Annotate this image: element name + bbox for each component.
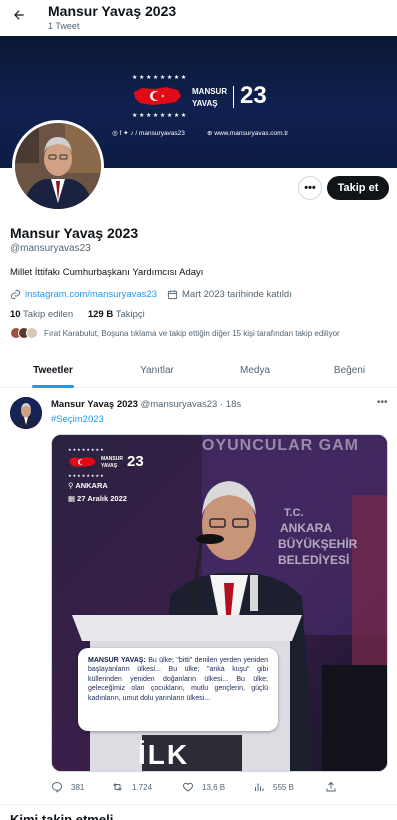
quote-card: MANSUR YAVAŞ: Bu ülke; "bitti" denilen y… [78,648,278,731]
tweet-author-name[interactable]: Mansur Yavaş 2023 [51,399,138,410]
image-city: ⚲ ANKARA [68,481,108,490]
tweet-time[interactable]: · 18s [220,399,241,410]
banner-stars-bottom: ★★★★★★★★ [132,113,188,119]
retweet-count: 1.724 [132,782,153,792]
tweet-header: Mansur Yavaş 2023 @mansuryavas23 · 18s [51,399,241,410]
profile-handle: @mansuryavas23 [10,243,91,254]
image-bg-text: BELEDİYESİ [278,553,350,567]
tweet-actions: 381 1.724 13,6 B 555 B [51,781,351,795]
reply-count: 381 [71,782,85,792]
turkey-map-flag-icon [69,456,96,468]
back-button[interactable] [8,4,30,26]
like-count: 13,6 B [202,782,226,792]
followed-by-text: Fırat Karabulut, Boşuna tıklama ve takip… [44,328,340,338]
banner-number: 23 [240,82,267,109]
tweet-more-icon[interactable]: ••• [377,397,388,408]
banner-stars-top: ★★★★★★★★ [132,75,188,81]
followers-link[interactable]: 129 B Takipçi [88,309,145,320]
banner-name: MANSUR YAVAŞ [192,87,228,108]
image-bg-text: BÜYÜKŞEHİR [278,537,358,551]
profile-tabs: Tweetler Yanıtlar Medya Beğeni [0,352,397,388]
calendar-icon: ▦ [68,494,78,503]
views-button[interactable]: 555 B [253,781,294,793]
reply-icon [51,781,63,793]
views-count: 555 B [273,782,294,792]
tweet-hashtag[interactable]: #Seçim2023 [51,414,104,425]
podium-text: İLK [138,739,190,770]
image-logo-number: 23 [127,453,144,470]
followed-by-row[interactable]: Fırat Karabulut, Boşuna tıklama ve takip… [10,327,340,339]
image-logo-stars: ★★★★★★★★ [68,473,105,478]
heart-icon [182,782,194,792]
profile-meta: instagram.com/mansuryavas23 Mart 2023 ta… [10,289,292,300]
reply-button[interactable]: 381 [51,781,84,793]
turkey-map-flag-icon [134,87,181,105]
following-link[interactable]: 10 Takip edilen [10,309,73,320]
avatar-portrait [15,123,101,209]
image-date: ▦ 27 Aralık 2022 [68,494,127,503]
active-tab-indicator [32,385,74,388]
tab-replies[interactable]: Yanıtlar [106,352,208,388]
image-logo-name: MANSUR YAVAŞ [101,456,123,469]
avatar [26,327,38,339]
tweet-avatar-portrait [10,397,42,429]
banner-social: ◎ f ✦ ♪ / mansuryavas23 [112,130,185,137]
who-to-follow-heading: Kimi takip etmeli [10,812,114,820]
tweet-avatar[interactable] [10,397,42,429]
image-bg-text: OYUNCULAR GAM [202,437,359,454]
tweet-image[interactable]: OYUNCULAR GAM T.C. ANKARA BÜYÜKŞEHİR BEL… [51,434,388,772]
share-button[interactable] [325,781,345,793]
follow-stats: 10 Takip edilen 129 B Takipçi [10,309,145,320]
join-date: Mart 2023 tarihinde katıldı [182,289,292,300]
share-icon [326,781,336,792]
image-bg-text: ANKARA [280,521,332,535]
tweet-count: 1 Tweet [48,21,80,31]
more-options-button[interactable]: ••• [298,176,322,200]
social-icons: ◎ f ✦ ♪ [112,130,136,137]
profile-name: Mansur Yavaş 2023 [10,225,139,241]
link-icon [10,289,21,300]
banner-website: ⊕ www.mansuryavas.com.tr [207,130,289,137]
profile-bio: Millet İttifakı Cumhurbaşkanı Yardımcısı… [10,267,204,278]
tab-tweets[interactable]: Tweetler [0,352,106,388]
section-divider [0,804,397,805]
views-chart-icon [255,783,264,791]
arrow-left-icon [14,10,24,20]
image-logo-stars: ★★★★★★★★ [68,447,105,452]
image-bg-text: T.C. [284,507,304,519]
like-button[interactable]: 13,6 B [182,781,225,793]
follow-button[interactable]: Takip et [327,176,389,200]
retweet-button[interactable]: 1.724 [111,781,152,793]
calendar-icon [167,290,178,300]
tab-media[interactable]: Medya [208,352,302,388]
top-bar: Mansur Yavaş 2023 1 Tweet [0,0,397,36]
banner-divider [233,86,234,108]
quote-speaker: MANSUR YAVAŞ: [88,657,146,664]
tab-likes[interactable]: Beğeni [302,352,397,388]
retweet-icon [113,783,122,791]
page-title: Mansur Yavaş 2023 [48,3,177,19]
profile-avatar[interactable] [12,120,104,212]
profile-link[interactable]: instagram.com/mansuryavas23 [25,289,157,300]
tweet-author-handle[interactable]: @mansuryavas23 [141,399,218,410]
